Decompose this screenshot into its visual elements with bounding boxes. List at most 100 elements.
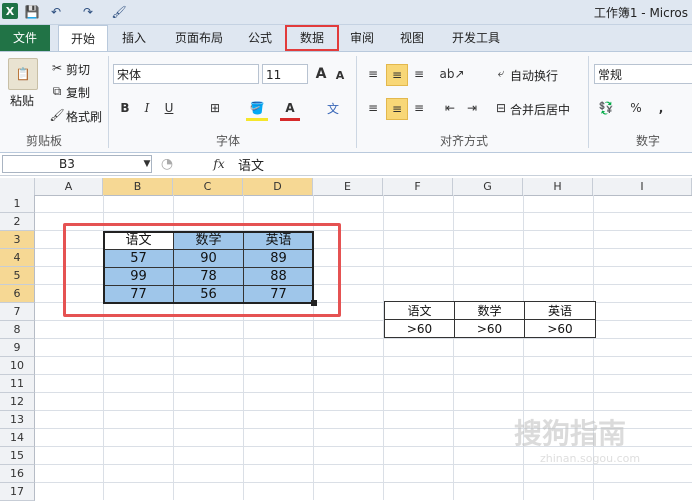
- column-headers: A B C D E F G H I: [0, 178, 692, 196]
- row-header-5[interactable]: 5: [0, 267, 35, 285]
- formula-cancel-icon: ◔: [160, 156, 174, 172]
- align-middle-icon[interactable]: ≡: [386, 64, 408, 86]
- align-right-icon[interactable]: ≡: [410, 98, 428, 118]
- paste-button[interactable]: 粘贴: [10, 92, 34, 109]
- criteria-value-cell[interactable]: >60: [384, 319, 455, 338]
- title-bar: X 💾 ↶ ↷ 🖌 工作簿1 - Micros: [0, 0, 692, 25]
- font-size-select[interactable]: 11: [262, 64, 308, 84]
- row-header-15[interactable]: 15: [0, 447, 35, 465]
- align-top-icon[interactable]: ≡: [364, 64, 382, 84]
- tab-developer[interactable]: 开发工具: [444, 25, 508, 51]
- percent-button[interactable]: %: [628, 98, 644, 118]
- row-header-8[interactable]: 8: [0, 321, 35, 339]
- column-header-e[interactable]: E: [313, 178, 383, 195]
- row-header-10[interactable]: 10: [0, 357, 35, 375]
- criteria-value-cell[interactable]: >60: [524, 319, 596, 338]
- formula-content[interactable]: 语文: [238, 155, 264, 174]
- row-header-17[interactable]: 17: [0, 483, 35, 501]
- bold-button[interactable]: B: [116, 98, 134, 118]
- select-all-corner[interactable]: [0, 178, 35, 195]
- watermark: 搜狗指南: [514, 417, 627, 450]
- brush-icon[interactable]: 🖌: [110, 3, 128, 20]
- grow-font-icon[interactable]: A: [312, 64, 330, 84]
- comma-button[interactable]: ,: [654, 98, 668, 118]
- clipboard-group-label: 剪贴板: [26, 134, 63, 148]
- wrap-text-icon: ⤶: [497, 65, 505, 80]
- ribbon-separator: [108, 56, 109, 148]
- ribbon-separator: [588, 56, 589, 148]
- format-painter-button[interactable]: 格式刷: [66, 108, 102, 125]
- paste-icon[interactable]: 📋: [8, 58, 38, 90]
- copy-icon: ⧉: [52, 83, 62, 98]
- row-header-13[interactable]: 13: [0, 411, 35, 429]
- merge-center-button[interactable]: 合并后居中: [510, 101, 570, 118]
- border-icon[interactable]: ⊞: [204, 98, 226, 118]
- column-header-g[interactable]: G: [453, 178, 523, 195]
- column-header-f[interactable]: F: [383, 178, 453, 195]
- row-header-3[interactable]: 3: [0, 231, 35, 249]
- row-header-6[interactable]: 6: [0, 285, 35, 303]
- italic-button[interactable]: I: [138, 98, 156, 118]
- font-group-label: 字体: [216, 134, 241, 148]
- column-header-i[interactable]: I: [593, 178, 692, 195]
- copy-button[interactable]: 复制: [66, 84, 90, 101]
- watermark-url: zhinan.sogou.com: [540, 452, 641, 465]
- tab-home[interactable]: 开始: [58, 25, 108, 51]
- merge-center-icon: ⊟: [495, 101, 507, 115]
- save-icon[interactable]: 💾: [24, 3, 40, 20]
- column-header-h[interactable]: H: [523, 178, 593, 195]
- criteria-header-cell[interactable]: 数学: [454, 301, 525, 320]
- row-header-12[interactable]: 12: [0, 393, 35, 411]
- tab-view[interactable]: 视图: [392, 25, 432, 51]
- currency-icon[interactable]: 💱: [596, 98, 616, 118]
- shrink-font-icon[interactable]: A: [332, 66, 348, 84]
- window-title: 工作簿1 - Micros: [593, 6, 688, 20]
- orientation-icon[interactable]: ab↗: [439, 64, 464, 84]
- align-center-icon[interactable]: ≡: [386, 98, 408, 120]
- alignment-group-label: 对齐方式: [440, 134, 489, 148]
- row-header-7[interactable]: 7: [0, 303, 35, 321]
- align-bottom-icon[interactable]: ≡: [410, 64, 428, 84]
- row-header-9[interactable]: 9: [0, 339, 35, 357]
- tab-insert[interactable]: 插入: [114, 25, 154, 51]
- format-painter-icon: 🖌: [49, 108, 65, 122]
- tab-page-layout[interactable]: 页面布局: [164, 25, 234, 51]
- highlight-box: [63, 223, 341, 317]
- align-left-icon[interactable]: ≡: [364, 98, 382, 118]
- insert-function-icon[interactable]: fx: [208, 155, 230, 173]
- row-header-2[interactable]: 2: [0, 213, 35, 231]
- column-header-d[interactable]: D: [243, 178, 313, 195]
- excel-logo-icon: X: [2, 3, 18, 19]
- row-header-1[interactable]: 1: [0, 195, 35, 213]
- row-header-11[interactable]: 11: [0, 375, 35, 393]
- redo-icon[interactable]: ↷: [80, 3, 96, 20]
- number-group-label: 数字: [636, 134, 661, 148]
- column-header-b[interactable]: B: [103, 178, 173, 195]
- number-format-select[interactable]: 常规: [594, 64, 692, 84]
- increase-indent-icon[interactable]: ⇥: [462, 98, 482, 118]
- font-color-icon[interactable]: A: [280, 98, 300, 121]
- column-header-c[interactable]: C: [173, 178, 243, 195]
- tab-review[interactable]: 审阅: [342, 25, 382, 51]
- criteria-header-cell[interactable]: 语文: [384, 301, 455, 320]
- phonetic-icon[interactable]: 文: [322, 98, 344, 118]
- wrap-text-button[interactable]: 自动换行: [510, 67, 558, 84]
- font-name-select[interactable]: 宋体: [113, 64, 259, 84]
- decrease-indent-icon[interactable]: ⇤: [440, 98, 460, 118]
- tab-formulas[interactable]: 公式: [240, 25, 280, 51]
- tab-file[interactable]: 文件: [0, 25, 50, 51]
- row-header-4[interactable]: 4: [0, 249, 35, 267]
- ribbon-tab-bar: 文件 开始 插入 页面布局 公式 数据 审阅 视图 开发工具: [0, 25, 692, 51]
- name-box-dropdown-icon[interactable]: ▼: [142, 157, 152, 171]
- criteria-value-cell[interactable]: >60: [454, 319, 525, 338]
- row-header-14[interactable]: 14: [0, 429, 35, 447]
- fill-color-icon[interactable]: 🪣: [246, 98, 268, 121]
- column-header-a[interactable]: A: [35, 178, 103, 195]
- row-header-16[interactable]: 16: [0, 465, 35, 483]
- name-box[interactable]: B3: [2, 155, 152, 173]
- cut-button[interactable]: 剪切: [66, 61, 90, 78]
- criteria-header-cell[interactable]: 英语: [524, 301, 596, 320]
- ribbon-separator: [356, 56, 357, 148]
- undo-icon[interactable]: ↶: [48, 3, 64, 20]
- underline-button[interactable]: U: [160, 98, 178, 118]
